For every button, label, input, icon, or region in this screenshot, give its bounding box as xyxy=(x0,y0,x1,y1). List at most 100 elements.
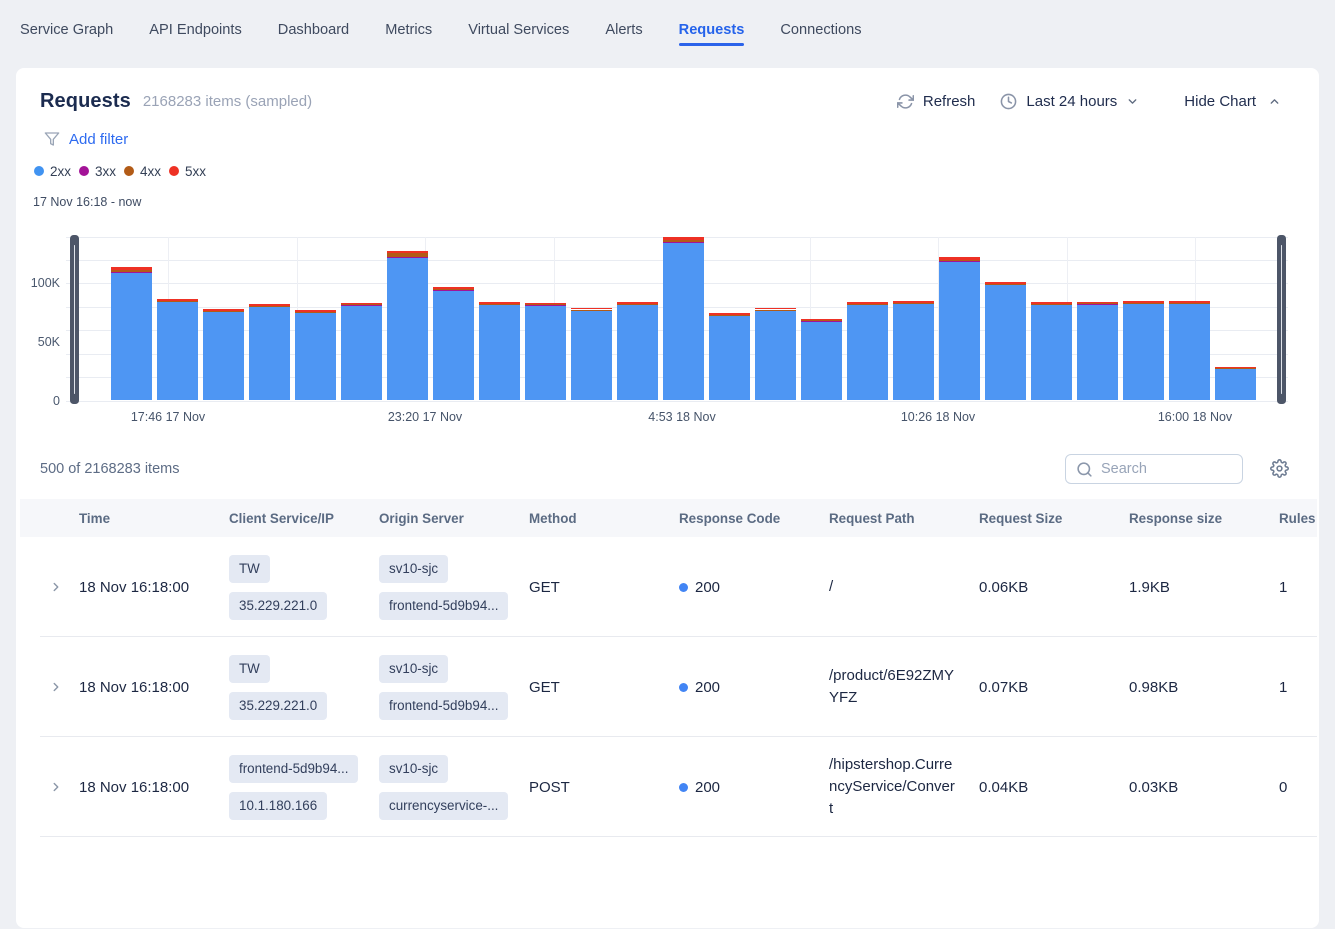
brush-handle-grip xyxy=(74,245,76,394)
bar-segment-2xx xyxy=(479,304,520,401)
chart-bar[interactable] xyxy=(111,267,152,401)
chart-bar[interactable] xyxy=(939,257,980,400)
row-expander[interactable] xyxy=(20,737,79,837)
chart-bar[interactable] xyxy=(1169,301,1210,401)
chart-bar[interactable] xyxy=(525,303,566,401)
tab-service-graph[interactable]: Service Graph xyxy=(20,0,113,60)
chart-bar[interactable] xyxy=(387,251,428,400)
response-code-value: 200 xyxy=(695,679,720,696)
table-row: 18 Nov 16:18:00frontend-5d9b94...10.1.18… xyxy=(20,737,1317,837)
origin-chip: sv10-sjc xyxy=(379,655,448,683)
bar-segment-2xx xyxy=(1077,304,1118,401)
chart-bar[interactable] xyxy=(1123,301,1164,401)
cell-response-code: 200 xyxy=(679,537,829,637)
chart-bar[interactable] xyxy=(1215,367,1256,400)
cell-response-size: 0.98KB xyxy=(1129,637,1279,737)
bar-segment-2xx xyxy=(433,290,474,401)
hide-chart-button[interactable]: Hide Chart xyxy=(1184,93,1281,110)
table-settings-button[interactable] xyxy=(1270,459,1289,478)
column-header-response-size: Response size xyxy=(1129,499,1279,537)
chart-bar[interactable] xyxy=(709,313,750,401)
gear-icon xyxy=(1270,459,1289,478)
bar-segment-2xx xyxy=(1169,303,1210,401)
cell-time: 18 Nov 16:18:00 xyxy=(79,537,229,637)
cell-request-size: 0.04KB xyxy=(979,737,1129,837)
chart-bar[interactable] xyxy=(249,304,290,400)
column-header-request-path: Request Path xyxy=(829,499,979,537)
bar-segment-5xx xyxy=(571,308,612,310)
chevron-right-icon xyxy=(49,780,63,794)
response-size-value: 0.98KB xyxy=(1129,679,1178,696)
cell-time: 18 Nov 16:18:00 xyxy=(79,637,229,737)
chart-bar[interactable] xyxy=(893,301,934,401)
chart-bar[interactable] xyxy=(847,302,888,401)
add-filter-button[interactable]: Add filter xyxy=(44,129,128,149)
bar-segment-2xx xyxy=(847,304,888,401)
table-row: 18 Nov 16:18:00TW35.229.221.0sv10-sjcfro… xyxy=(20,537,1317,637)
time-range-selector[interactable]: Last 24 hours xyxy=(1000,93,1139,110)
y-axis-label: 100K xyxy=(16,276,60,290)
refresh-label: Refresh xyxy=(923,93,976,110)
chart-bar[interactable] xyxy=(203,309,244,400)
row-expander[interactable] xyxy=(20,537,79,637)
chart-bar[interactable] xyxy=(663,237,704,400)
cell-origin-server: sv10-sjcfrontend-5d9b94... xyxy=(379,537,529,637)
tab-metrics[interactable]: Metrics xyxy=(385,0,432,60)
bar-segment-5xx xyxy=(755,308,796,310)
bar-segment-5xx xyxy=(893,301,934,303)
x-axis-label: 4:53 18 Nov xyxy=(648,410,715,424)
bar-segment-4xx xyxy=(939,260,980,261)
brush-handle-right[interactable] xyxy=(1277,235,1286,404)
chart-bar[interactable] xyxy=(295,310,336,400)
tab-alerts[interactable]: Alerts xyxy=(605,0,642,60)
request-path-value: /product/6E92ZMYYFZ xyxy=(829,665,959,709)
chart-bar[interactable] xyxy=(755,308,796,401)
origin-chip: frontend-5d9b94... xyxy=(379,692,508,720)
chart-bar[interactable] xyxy=(479,302,520,401)
chart-bar[interactable] xyxy=(801,319,842,401)
legend-label-4xx: 4xx xyxy=(140,164,161,179)
x-axis-label: 17:46 17 Nov xyxy=(131,410,205,424)
chart-bar[interactable] xyxy=(617,302,658,401)
column-header-label: Request Path xyxy=(829,511,915,526)
bar-segment-4xx xyxy=(663,240,704,242)
column-header-label: Client Service/IP xyxy=(229,511,334,526)
chart-bar[interactable] xyxy=(433,287,474,400)
search-input[interactable] xyxy=(1101,461,1288,477)
tab-connections[interactable]: Connections xyxy=(780,0,861,60)
bar-segment-3xx xyxy=(387,257,428,258)
request-path-value: /hipstershop.CurrencyService/Convert xyxy=(829,754,959,820)
refresh-icon xyxy=(897,93,914,110)
rules-value: 1 xyxy=(1279,679,1287,696)
refresh-button[interactable]: Refresh xyxy=(897,93,976,110)
status-class-legend: 2xx3xx4xx5xx xyxy=(34,163,214,179)
origin-chip: sv10-sjc xyxy=(379,755,448,783)
brush-handle-left[interactable] xyxy=(70,235,79,404)
tab-virtual-services[interactable]: Virtual Services xyxy=(468,0,569,60)
chart-bar[interactable] xyxy=(341,303,382,401)
clock-icon xyxy=(1000,93,1017,110)
bar-segment-5xx xyxy=(1077,302,1118,303)
result-count-label: 500 of 2168283 items xyxy=(40,461,179,477)
chart-bar[interactable] xyxy=(1077,302,1118,401)
column-header-label: Request Size xyxy=(979,511,1062,526)
chart-bar[interactable] xyxy=(1031,302,1072,401)
tab-api-endpoints[interactable]: API Endpoints xyxy=(149,0,242,60)
chart-time-window-label: 17 Nov 16:18 - now xyxy=(33,195,141,209)
response-code-dot xyxy=(679,683,688,692)
tab-requests[interactable]: Requests xyxy=(679,0,745,60)
cell-origin-server: sv10-sjccurrencyservice-... xyxy=(379,737,529,837)
bar-segment-5xx xyxy=(249,304,290,306)
cell-response-code: 200 xyxy=(679,737,829,837)
row-expander[interactable] xyxy=(20,637,79,737)
bar-segment-4xx xyxy=(111,270,152,272)
tab-label: API Endpoints xyxy=(149,22,242,38)
tab-dashboard[interactable]: Dashboard xyxy=(278,0,349,60)
column-header-label: Response size xyxy=(1129,511,1222,526)
response-code-dot xyxy=(679,783,688,792)
chevron-up-icon xyxy=(1268,95,1281,108)
time-value: 18 Nov 16:18:00 xyxy=(79,579,189,596)
chart-bar[interactable] xyxy=(571,308,612,401)
chart-bar[interactable] xyxy=(985,282,1026,401)
chart-bar[interactable] xyxy=(157,299,198,400)
